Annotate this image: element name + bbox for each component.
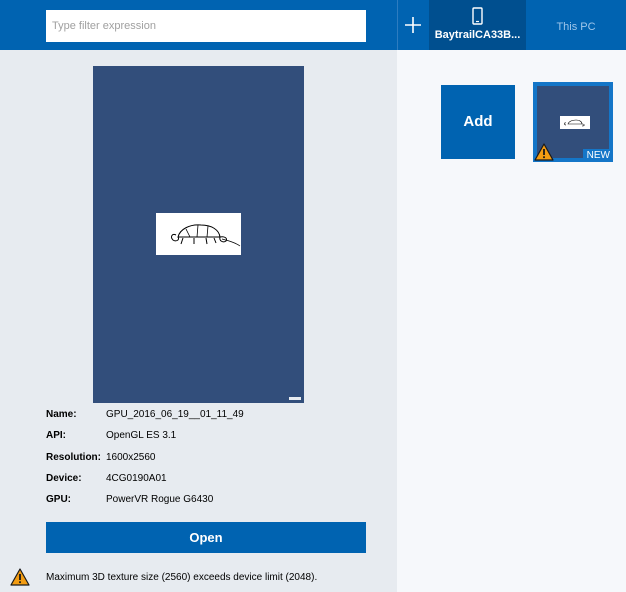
info-value: OpenGL ES 3.1 — [106, 430, 177, 441]
capture-thumbnail[interactable]: NEW — [533, 82, 613, 162]
info-key: Resolution: — [46, 452, 101, 463]
info-key: API: — [46, 430, 66, 441]
info-value: GPU_2016_06_19__01_11_49 — [106, 409, 244, 420]
add-device-button[interactable] — [398, 0, 428, 50]
add-capture-tile[interactable]: Add — [441, 85, 515, 159]
capture-details-pane: Name: GPU_2016_06_19__01_11_49 API: Open… — [0, 50, 397, 592]
phone-icon — [472, 7, 483, 25]
info-value: 1600x2560 — [106, 452, 156, 463]
preview-content — [156, 213, 241, 255]
capture-preview — [93, 66, 304, 403]
warning-icon — [10, 568, 30, 586]
top-bar: BaytrailCA33B... This PC — [0, 0, 626, 50]
info-value: PowerVR Rogue G6430 — [106, 494, 214, 505]
info-value: 4CG0190A01 — [106, 473, 167, 484]
info-key: GPU: — [46, 494, 71, 505]
tab-this-pc[interactable]: This PC — [526, 0, 626, 50]
warning-message: Maximum 3D texture size (2560) exceeds d… — [46, 572, 318, 583]
info-key: Name: — [46, 409, 77, 420]
thumbnail-content — [560, 116, 590, 129]
new-badge: NEW — [582, 149, 613, 162]
turtle-sketch-image — [564, 119, 585, 127]
open-button[interactable]: Open — [46, 522, 366, 553]
turtle-sketch-image — [171, 224, 241, 247]
plus-icon — [405, 17, 421, 33]
info-key: Device: — [46, 473, 82, 484]
tab-device[interactable]: BaytrailCA33B... — [429, 0, 526, 50]
preview-watermark — [289, 397, 301, 400]
tab-device-label: BaytrailCA33B... — [434, 29, 521, 41]
warning-icon — [534, 143, 554, 161]
filter-input[interactable] — [46, 10, 366, 42]
